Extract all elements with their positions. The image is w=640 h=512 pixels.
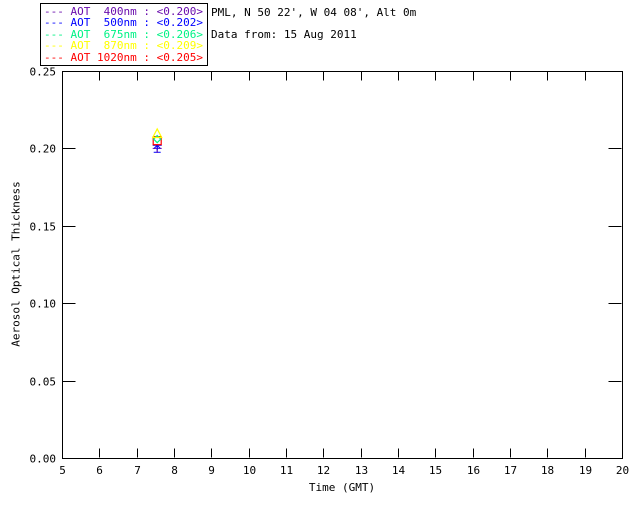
y-tick-label: 0.05 [30,376,57,389]
x-tick-label: 20 [616,464,629,477]
x-tick-label: 6 [96,464,103,477]
legend-dash-line: --- [44,50,71,64]
x-tick-label: 11 [280,464,293,477]
y-tick-label: 0.00 [30,453,57,466]
x-tick-label: 7 [134,464,141,477]
aot-plot-canvas: --- AOT 400nm : <0.200> --- AOT 500nm : <… [0,0,640,512]
x-tick-label: 14 [392,464,406,477]
x-tick-label: 19 [579,464,592,477]
x-axis-title: Time (GMT) [308,481,376,494]
x-tick-label: 12 [317,464,330,477]
y-tick-label: 0.25 [30,66,57,79]
x-tick-label: 5 [59,464,66,477]
legend-entry: --- AOT 1020nm : <0.205> [44,50,203,64]
plot-title: PML, N 50 22', W 04 08', Alt 0m [211,6,417,19]
x-tick-label: 17 [504,464,517,477]
y-tick-label: 0.10 [30,298,57,311]
plot-frame [62,71,623,459]
x-tick-label: 16 [467,464,480,477]
chart-area: 5 6 7 8 9 10 11 12 13 14 15 16 17 18 19 20 0.00 0.05 0.10 0… [30,66,630,478]
x-tick-label: 13 [355,464,368,477]
plot-subtitle: Data from: 15 Aug 2011 [211,28,357,41]
x-tick-label: 15 [429,464,442,477]
legend-entry-label: AOT 1020nm : <0.205> [70,50,203,64]
x-tick-label: 8 [171,464,178,477]
x-tick-label: 10 [243,464,256,477]
y-axis-title: Aerosol Optical Thickness [9,181,23,347]
x-tick-label: 9 [208,464,215,477]
legend-box: --- AOT 400nm : <0.200> --- AOT 500nm : <… [40,3,208,67]
y-tick-label: 0.20 [30,143,57,156]
y-tick-label: 0.15 [30,221,57,234]
x-tick-label: 18 [541,464,554,477]
